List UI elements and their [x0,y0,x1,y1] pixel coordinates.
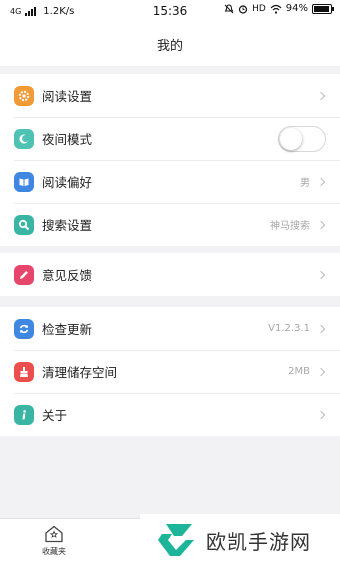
chevron-right-icon [316,324,326,333]
row-value: 2MB [288,366,310,377]
row-value: 男 [300,178,310,189]
row-label: 检查更新 [42,322,93,337]
book-icon [14,171,34,192]
chevron-right-icon [316,367,326,376]
row-about[interactable]: 关于 [0,393,340,436]
moon-icon [14,128,34,149]
row-night-mode: 夜间模式 [0,117,340,160]
row-search-settings[interactable]: 搜索设置 神马搜索 [0,203,340,246]
row-reading-settings[interactable]: 阅读设置 [0,74,340,117]
title-bar: 我的 [0,22,340,66]
row-clear-storage[interactable]: 清理储存空间 2MB [0,350,340,393]
chevron-right-icon [316,220,326,229]
logo-icon [158,524,194,556]
wifi-icon [270,4,282,14]
battery-percent: 94% [285,3,308,14]
alarm-icon [238,4,248,14]
row-label: 搜索设置 [42,218,93,233]
row-label: 阅读设置 [42,89,93,104]
mute-icon [224,3,234,13]
watermark-text: 欧凯手游网 [206,529,311,554]
row-reading-preference[interactable]: 阅读偏好 男 [0,160,340,203]
toggle-knob [280,127,302,150]
status-right: HD 94% [224,3,334,14]
row-check-update[interactable]: 检查更新 V1.2.3.1 [0,307,340,350]
search-icon [14,214,34,235]
watermark: 欧凯手游网 [140,514,340,566]
chevron-right-icon [316,410,326,419]
row-label: 清理储存空间 [42,365,118,380]
info-icon [14,404,34,425]
pencil-icon [14,264,34,285]
broom-icon [14,361,34,382]
page-title: 我的 [156,38,183,54]
chevron-right-icon [316,270,326,279]
status-bar: 4G 1.2K/s 15:36 HD 94% [0,0,340,22]
refresh-icon [14,318,34,339]
row-value: V1.2.3.1 [268,323,310,334]
row-label: 夜间模式 [42,132,93,147]
row-feedback[interactable]: 意见反馈 [0,253,340,296]
settings-group-reading: 阅读设置 夜间模式 阅读偏好 男 搜索设置 神马搜索 [0,74,340,246]
chevron-right-icon [316,91,326,100]
battery-icon [312,3,334,14]
home-icon [45,525,63,543]
gear-icon [14,85,34,106]
night-mode-toggle[interactable] [278,125,326,152]
row-value: 神马搜索 [270,221,310,232]
chevron-right-icon [316,177,326,186]
settings-group-feedback: 意见反馈 [0,253,340,296]
row-label: 意见反馈 [42,268,93,283]
row-label: 关于 [42,408,68,423]
settings-group-system: 检查更新 V1.2.3.1 清理储存空间 2MB 关于 [0,307,340,436]
hd-badge: HD [252,3,266,14]
tab-favorites[interactable]: 收藏夹 [32,525,76,557]
row-label: 阅读偏好 [42,175,93,190]
tab-label: 收藏夹 [42,547,66,556]
